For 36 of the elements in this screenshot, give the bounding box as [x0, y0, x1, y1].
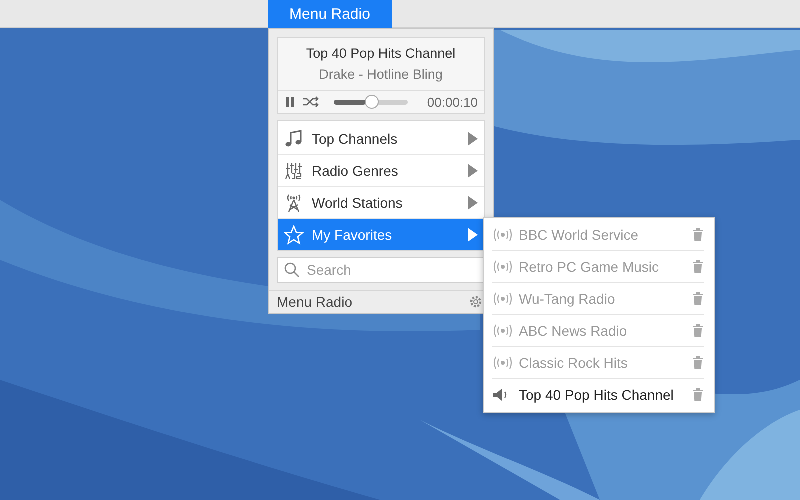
- menu-bar-item[interactable]: Menu Radio: [268, 0, 392, 28]
- trash-icon[interactable]: [692, 388, 704, 402]
- favorite-item[interactable]: Top 40 Pop Hits Channel: [492, 379, 704, 410]
- slider-thumb[interactable]: [364, 95, 379, 109]
- submenu-arrow-icon: [468, 164, 478, 178]
- menu-item[interactable]: Top Channels: [278, 123, 484, 155]
- trash-icon[interactable]: [692, 292, 704, 306]
- broadcast-icon: [492, 324, 514, 338]
- broadcast-icon: [492, 292, 514, 306]
- trash-icon[interactable]: [692, 356, 704, 370]
- menu-item[interactable]: Radio Genres: [278, 155, 484, 187]
- elapsed-time: 00:00:10: [427, 94, 478, 110]
- broadcast-icon: [492, 260, 514, 274]
- submenu-arrow-icon: [468, 228, 478, 242]
- menu-item[interactable]: My Favorites: [278, 219, 484, 250]
- settings-icon[interactable]: [469, 295, 483, 309]
- shuffle-icon[interactable]: [302, 96, 320, 108]
- favorite-item[interactable]: Classic Rock Hits: [492, 347, 704, 379]
- pause-icon[interactable]: [284, 96, 296, 108]
- trash-icon[interactable]: [692, 324, 704, 338]
- broadcast-icon: [492, 356, 514, 370]
- favorite-item[interactable]: Retro PC Game Music: [492, 251, 704, 283]
- submenu-arrow-icon: [468, 132, 478, 146]
- broadcast-icon: [492, 228, 514, 242]
- star-icon: [284, 224, 304, 244]
- submenu-arrow-icon: [468, 196, 478, 210]
- station-title: Top 40 Pop Hits Channel: [305, 45, 457, 61]
- music-note-icon: [284, 128, 304, 148]
- equalizer-icon: [284, 160, 304, 180]
- track-title: Drake - Hotline Bling: [318, 66, 444, 84]
- trash-icon[interactable]: [692, 228, 704, 242]
- app-name: Menu Radio: [277, 294, 352, 310]
- favorite-item[interactable]: Wu-Tang Radio: [492, 283, 704, 315]
- favorite-item[interactable]: BBC World Service: [492, 219, 704, 251]
- favorite-item[interactable]: ABC News Radio: [492, 315, 704, 347]
- trash-icon[interactable]: [692, 260, 704, 274]
